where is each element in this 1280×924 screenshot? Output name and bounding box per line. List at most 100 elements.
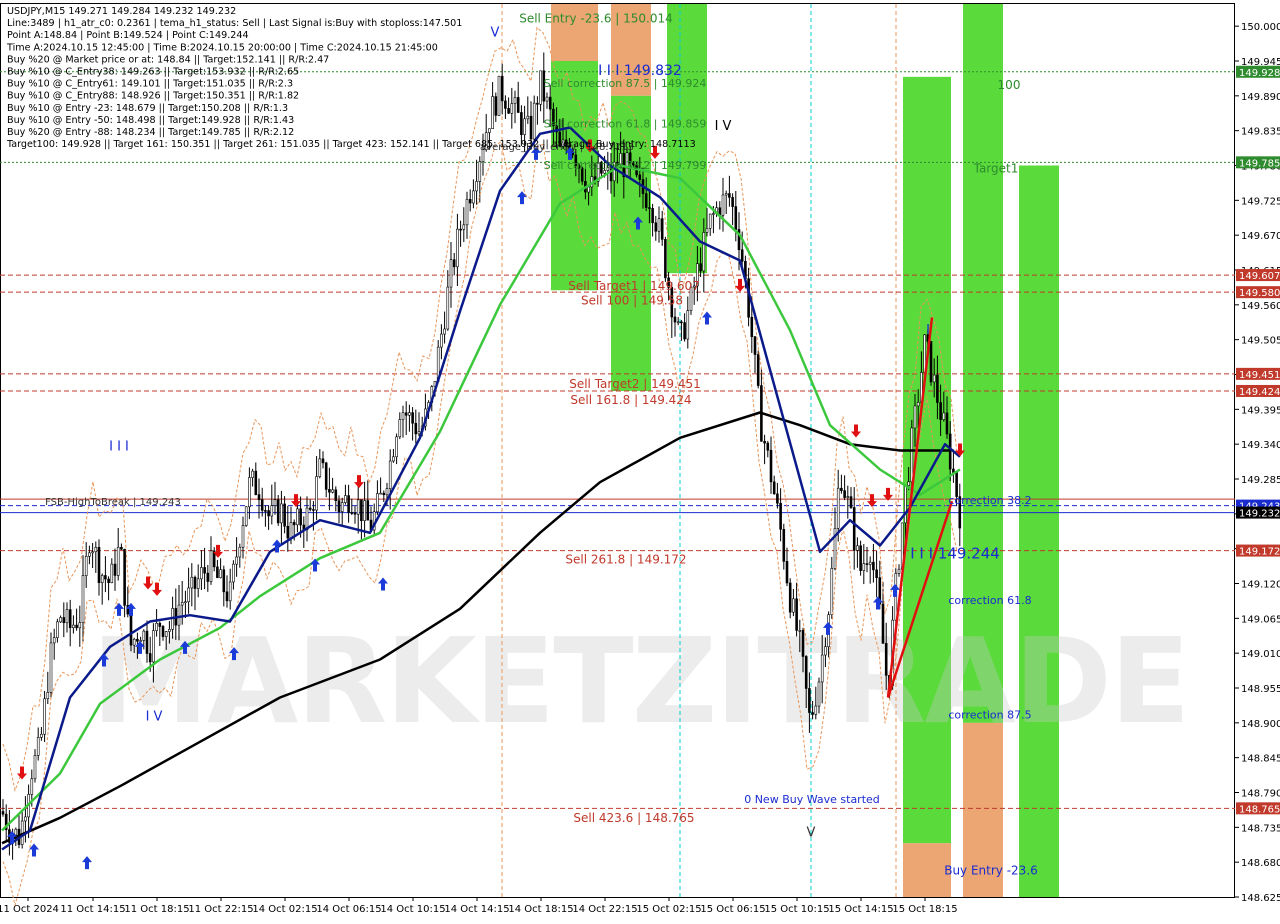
candle-body (241, 525, 245, 548)
candle-body (507, 108, 510, 114)
annotation-10: Sell 161.8 | 149.424 (570, 393, 691, 407)
candle-body (446, 286, 450, 330)
price-tag-label: 148.765 (1239, 804, 1280, 815)
candle-body (97, 547, 101, 583)
candle-body (731, 197, 734, 207)
candle-body (456, 228, 459, 268)
candle-body (78, 622, 82, 629)
candle-body (478, 161, 482, 182)
candle-body (209, 550, 213, 582)
candle-body (702, 232, 706, 272)
chart-canvas[interactable]: MARKETZITRADE Sell Entry -23.6 | 150.014… (0, 0, 1280, 920)
candle-body (120, 546, 123, 550)
price-tag-label: 149.607 (1239, 271, 1280, 282)
candle-body (267, 510, 270, 517)
candle-body (222, 569, 226, 593)
info-line-0: USDJPY,M15 149.271 149.284 149.232 149.2… (7, 6, 236, 17)
candle-body (158, 622, 162, 627)
y-tick-label: 149.670 (1241, 231, 1280, 242)
candle-body (532, 102, 536, 140)
price-tag-label: 149.172 (1239, 547, 1280, 558)
candle-body (251, 470, 254, 478)
y-tick-label: 149.835 (1241, 127, 1280, 138)
candle-body (654, 222, 658, 232)
candle-body (945, 412, 949, 435)
candle-body (801, 630, 805, 657)
y-tick-label: 149.395 (1241, 405, 1280, 416)
y-tick-label: 149.340 (1241, 440, 1280, 451)
x-tick-label: 15 Oct 14:15 (828, 904, 893, 915)
candle-body (59, 617, 62, 623)
y-tick-label: 149.890 (1241, 92, 1280, 103)
price-chart[interactable]: MARKETZITRADE Sell Entry -23.6 | 150.014… (0, 0, 1280, 920)
candle-body (465, 199, 469, 226)
candle-body (449, 259, 453, 288)
y-tick-label: 149.065 (1241, 614, 1280, 625)
candle-body (84, 555, 88, 576)
candle-body (814, 705, 818, 715)
info-line-9: Buy %10 @ Entry -50: 148.498 || Target:1… (7, 115, 294, 126)
candle-body (40, 733, 43, 738)
candle-body (244, 506, 248, 526)
candle-body (408, 412, 411, 416)
candle-body (468, 199, 472, 204)
candle-body (852, 507, 856, 551)
candle-body (513, 97, 517, 104)
candle-body (488, 128, 491, 133)
candle-body (440, 333, 443, 348)
candle-body (766, 442, 770, 451)
annotation-26: Buy Entry -23.6 (944, 863, 1038, 877)
y-tick-label: 150.000 (1241, 22, 1280, 33)
y-tick-label: 149.725 (1241, 196, 1280, 207)
candle-body (788, 582, 792, 613)
candle-body (497, 75, 501, 116)
candle-body (379, 492, 382, 495)
candle-body (392, 456, 395, 462)
candle-body (123, 548, 126, 606)
candle-body (340, 502, 344, 512)
candle-body (318, 458, 322, 477)
candle-body (504, 100, 507, 109)
candle-body (404, 412, 408, 416)
candle-body (472, 190, 475, 204)
candle-body (219, 569, 222, 578)
y-tick-label: 148.625 (1241, 893, 1280, 904)
candle-body (308, 507, 312, 510)
candle-body (414, 422, 418, 435)
candle-body (520, 112, 523, 135)
x-tick-label: 15 Oct 10:15 (764, 904, 829, 915)
candle-body (705, 227, 709, 233)
candle-body (411, 412, 414, 424)
candle-body (187, 587, 190, 603)
candle-body (62, 617, 66, 624)
candle-body (721, 194, 725, 216)
candle-body (180, 602, 184, 606)
candle-body (763, 440, 766, 444)
candle-body (91, 551, 94, 554)
y-tick-label: 149.010 (1241, 649, 1280, 660)
candle-body (116, 546, 120, 576)
candle-body (257, 494, 261, 500)
candle-body (360, 499, 363, 521)
candle-body (324, 462, 328, 490)
candle-body (500, 75, 504, 102)
candle-body (193, 576, 197, 589)
candle-body (388, 460, 392, 489)
x-tick-label: 14 Oct 02:15 (252, 904, 317, 915)
candle-body (491, 96, 494, 130)
candle-body (36, 737, 40, 756)
annotation-11: FSB-HighToBreak | 149.243 (45, 497, 181, 508)
candle-body (680, 321, 683, 324)
candle-body (644, 193, 648, 208)
x-tick-label: 15 Oct 06:15 (700, 904, 765, 915)
candle-body (536, 102, 539, 105)
candle-body (398, 419, 402, 438)
candle-body (273, 499, 277, 506)
candle-body (24, 816, 27, 822)
candle-body (772, 481, 776, 495)
candle-body (836, 487, 840, 529)
candle-body (651, 208, 654, 224)
candle-body (939, 402, 942, 420)
candle-body (81, 575, 85, 623)
candle-body (660, 218, 664, 240)
